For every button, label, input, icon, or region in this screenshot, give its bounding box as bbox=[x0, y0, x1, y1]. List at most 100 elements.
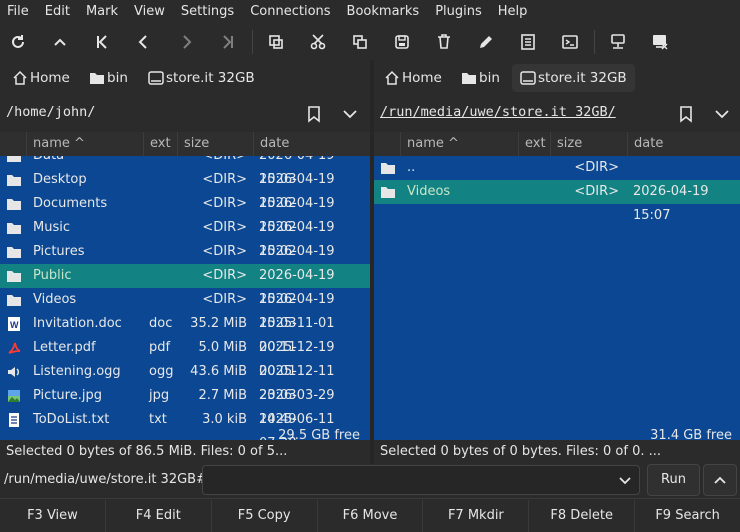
table-row[interactable]: Data<DIR>2026-04-19 15:03 bbox=[0, 156, 370, 187]
menu-bar: File Edit Mark View Settings Connections… bbox=[0, 0, 740, 24]
table-row[interactable]: Picture.jpg jpg 2.7 MiB 2026-03-29 14:49 bbox=[0, 384, 370, 427]
svg-text:W: W bbox=[10, 320, 19, 330]
folder-icon bbox=[6, 292, 22, 308]
cell-size: <DIR> bbox=[574, 160, 619, 175]
bookmark-label: store.it 32GB bbox=[538, 70, 627, 86]
menu-bookmarks[interactable]: Bookmarks bbox=[339, 0, 428, 24]
f9-search-button[interactable]: F9 Search bbox=[635, 500, 740, 532]
cell-size: 43.6 MiB bbox=[190, 364, 247, 379]
table-row[interactable]: Music <DIR> 2026-04-19 15:02 bbox=[0, 216, 370, 259]
refresh-icon[interactable] bbox=[6, 30, 30, 54]
disconnect-icon[interactable] bbox=[648, 30, 672, 54]
bookmark-bin[interactable]: bin bbox=[461, 64, 500, 92]
file-list[interactable]: Data<DIR>2026-04-19 15:03Desktop<DIR>202… bbox=[0, 156, 370, 440]
f3-view-button[interactable]: F3 View bbox=[0, 500, 106, 532]
chevron-down-icon[interactable] bbox=[710, 102, 734, 126]
current-path[interactable]: /home/john/ bbox=[6, 104, 95, 120]
duplicate-icon[interactable] bbox=[348, 30, 372, 54]
delete-icon[interactable] bbox=[432, 30, 456, 54]
f7-mkdir-button[interactable]: F7 Mkdir bbox=[423, 500, 530, 532]
copy-tab-icon[interactable] bbox=[264, 30, 288, 54]
table-row[interactable]: Pictures<DIR>2026-04-19 15:02 bbox=[0, 240, 370, 283]
table-row[interactable]: Documents <DIR> 2026-04-19 15:02 bbox=[0, 192, 370, 235]
f4-edit-button[interactable]: F4 Edit bbox=[105, 500, 212, 532]
rename-pencil-icon[interactable] bbox=[474, 30, 498, 54]
table-row[interactable]: W Invitation.doc doc 35.2 MiB 2025-11-01 00:… bbox=[0, 312, 370, 355]
header-size[interactable]: size bbox=[550, 132, 627, 156]
menu-edit[interactable]: Edit bbox=[37, 0, 78, 24]
header-name[interactable]: name ^ bbox=[26, 132, 143, 156]
table-row[interactable]: Letter.pdf pdf 5.0 MiB 2025-12-19 00:01 bbox=[0, 336, 370, 379]
f8-delete-button[interactable]: F8 Delete bbox=[529, 500, 636, 532]
chevron-down-icon[interactable] bbox=[338, 102, 362, 126]
folder-icon bbox=[6, 156, 22, 164]
table-row[interactable]: Videos <DIR> 2026-04-19 15:07 bbox=[374, 180, 740, 223]
image-icon bbox=[6, 388, 22, 404]
table-row[interactable]: Listening.ogg ogg 43.6 MiB 2025-12-11 23:03 bbox=[0, 360, 370, 403]
header-ext[interactable]: ext bbox=[518, 132, 550, 156]
menu-plugins[interactable]: Plugins bbox=[427, 0, 490, 24]
menu-help[interactable]: Help bbox=[490, 0, 536, 24]
file-list[interactable]: .. <DIR> Videos <DIR> 2026-04-19 15:07 bbox=[374, 156, 740, 440]
current-path[interactable]: /run/media/uwe/store.it 32GB/ bbox=[380, 104, 616, 120]
table-row[interactable]: Videos <DIR> 2026-04-19 15:03 bbox=[0, 288, 370, 331]
table-row[interactable]: .. <DIR> bbox=[374, 156, 740, 180]
home-icon bbox=[384, 70, 400, 86]
command-input-box[interactable] bbox=[202, 465, 640, 495]
cell-name: .. bbox=[407, 160, 416, 175]
cell-name: Videos bbox=[33, 292, 77, 307]
pdf-icon bbox=[6, 340, 22, 356]
run-button[interactable]: Run bbox=[647, 464, 700, 496]
table-row[interactable]: Public <DIR> 2026-04-19 15:02 bbox=[0, 264, 370, 307]
menu-file[interactable]: File bbox=[0, 0, 37, 24]
terminal-icon[interactable] bbox=[558, 30, 582, 54]
save-icon[interactable] bbox=[390, 30, 414, 54]
menu-view[interactable]: View bbox=[126, 0, 173, 24]
f6-move-button[interactable]: F6 Move bbox=[317, 500, 424, 532]
menu-mark[interactable]: Mark bbox=[78, 0, 126, 24]
free-space: 29.5 GB free bbox=[278, 428, 360, 443]
word-doc-icon: W bbox=[6, 316, 22, 332]
header-date[interactable]: date bbox=[253, 132, 370, 156]
header-name[interactable]: name ^ bbox=[400, 132, 518, 156]
chevron-down-icon[interactable] bbox=[617, 472, 633, 488]
bookmark-label: Home bbox=[402, 70, 442, 86]
network-icon[interactable] bbox=[606, 30, 630, 54]
bookmark-bin[interactable]: bin bbox=[89, 64, 128, 92]
command-prompt: /run/media/uwe/store.it 32GB# bbox=[4, 472, 207, 487]
cut-icon[interactable] bbox=[306, 30, 330, 54]
cell-name: Music bbox=[33, 220, 70, 235]
command-input[interactable] bbox=[203, 466, 611, 494]
bookmark-home[interactable]: Home bbox=[384, 64, 442, 92]
menu-connections[interactable]: Connections bbox=[242, 0, 338, 24]
view-file-icon[interactable] bbox=[516, 30, 540, 54]
go-first-icon[interactable] bbox=[90, 30, 114, 54]
header-ext[interactable]: ext bbox=[143, 132, 177, 156]
path-bar: /home/john/ bbox=[0, 100, 370, 128]
header-size[interactable]: size bbox=[177, 132, 253, 156]
cell-size: <DIR> bbox=[574, 184, 619, 199]
cell-name: Listening.ogg bbox=[33, 364, 121, 379]
bookmark-label: store.it 32GB bbox=[166, 70, 255, 86]
go-last-icon[interactable] bbox=[216, 30, 240, 54]
f5-copy-button[interactable]: F5 Copy bbox=[211, 500, 318, 532]
chevron-up-icon[interactable] bbox=[703, 464, 737, 496]
bookmark-storeit[interactable]: store.it 32GB bbox=[512, 64, 635, 92]
audio-icon bbox=[6, 364, 22, 380]
go-forward-icon[interactable] bbox=[174, 30, 198, 54]
menu-settings[interactable]: Settings bbox=[173, 0, 242, 24]
bookmark-add-icon[interactable] bbox=[674, 102, 698, 126]
header-date[interactable]: date bbox=[627, 132, 740, 156]
bookmark-add-icon[interactable] bbox=[302, 102, 326, 126]
cell-name: Pictures bbox=[33, 244, 85, 259]
go-top-icon[interactable] bbox=[48, 30, 72, 54]
cell-size: <DIR> bbox=[202, 244, 247, 259]
folder-icon bbox=[6, 268, 22, 284]
bookmark-home[interactable]: Home bbox=[12, 64, 70, 92]
cell-name: Data bbox=[33, 156, 64, 168]
bookmark-bar: Home bin store.it 32GB bbox=[374, 60, 740, 96]
folder-icon bbox=[89, 70, 105, 86]
bookmark-storeit[interactable]: store.it 32GB bbox=[148, 64, 255, 92]
go-back-icon[interactable] bbox=[132, 30, 156, 54]
table-row[interactable]: Desktop <DIR> 2026-04-19 15:02 bbox=[0, 168, 370, 211]
